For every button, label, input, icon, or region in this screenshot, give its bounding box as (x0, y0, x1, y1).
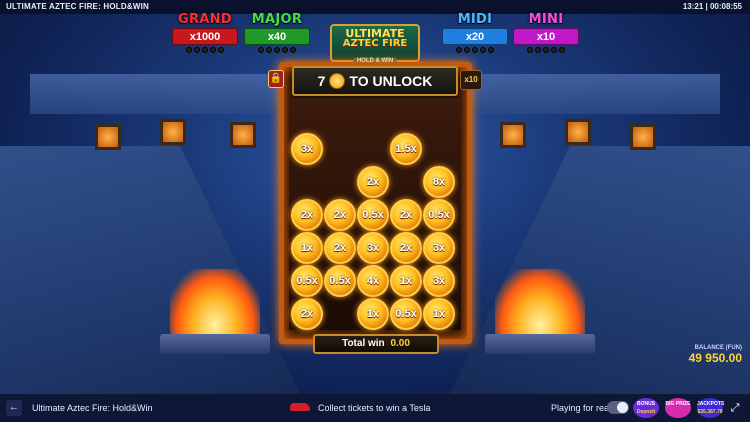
temple-window (500, 122, 526, 148)
jackpot-name: MIDI (457, 12, 493, 27)
game-logo: ULTIMATE AZTEC FIRE HOLD & WIN (330, 24, 420, 64)
coin-multiplier: 1x (357, 298, 389, 330)
jackpot-name: MAJOR (251, 12, 303, 27)
temple-window (630, 124, 656, 150)
promo-sub: Deposit (636, 409, 656, 415)
balance-display: BALANCE (FUN) 49 950.00 (689, 345, 742, 365)
temple-window (230, 122, 256, 148)
jackpot-value: x20 (442, 28, 508, 45)
arrow-left-icon[interactable]: ← (6, 400, 22, 416)
temple-window (95, 124, 121, 150)
coin-multiplier: 3x (423, 232, 455, 264)
playing-for-real-label: Playing for real (551, 403, 612, 413)
jackpot-dots (172, 47, 238, 53)
big-prize-button[interactable]: BIG PRIZE (665, 398, 691, 418)
coin-multiplier: 0.5x (423, 199, 455, 231)
jackpot-major: MAJOR x40 (244, 12, 310, 53)
unlock-banner: 7 TO UNLOCK (292, 66, 458, 96)
session-clock: 13:21 | 00:08:55 (682, 2, 742, 11)
jackpot-grand: GRAND x1000 (172, 12, 238, 53)
total-win-label: Total win (342, 338, 385, 349)
coin-multiplier: 2x (291, 199, 323, 231)
bonus-deposit-button[interactable]: BONUS Deposit (633, 398, 659, 418)
tesla-promo-link[interactable]: Collect tickets to win a Tesla (318, 403, 430, 413)
promo-sub: $35,387.78 (697, 409, 723, 415)
jackpot-dots (244, 47, 310, 53)
temple-window (160, 119, 186, 145)
coin-multiplier: 2x (324, 199, 356, 231)
car-icon[interactable] (290, 403, 310, 411)
coin-multiplier: 0.5x (390, 298, 422, 330)
promo-label: JACKPOTS (697, 401, 725, 407)
jackpot-value: x40 (244, 28, 310, 45)
jackpots-button[interactable]: JACKPOTS $35,387.78 (697, 398, 725, 418)
jackpot-dots (442, 47, 508, 53)
reel-grid: 3x 1.5x 2x 8x 2x 2x 0.5x 2x 0.5x 1x 2x 3x 2x 3x 0.5x 0.… (289, 98, 461, 330)
jackpot-mini: MINI x10 (513, 12, 579, 53)
bottom-bar: ← Ultimate Aztec Fire: Hold&Win Collect … (0, 394, 750, 422)
promo-label: BONUS (636, 401, 656, 407)
coin-multiplier: 2x (390, 199, 422, 231)
coin-multiplier: 8x (423, 166, 455, 198)
coin-multiplier: 0.5x (324, 265, 356, 297)
jackpot-name: GRAND (178, 12, 232, 27)
play-for-real-toggle[interactable] (607, 401, 629, 414)
total-win-display: Total win 0.00 (313, 334, 439, 354)
balance-value: 49 950.00 (688, 351, 742, 365)
unlock-text: TO UNLOCK (349, 73, 433, 89)
unlock-count: 7 (317, 73, 326, 89)
coin-multiplier: 1x (390, 265, 422, 297)
coin-multiplier: 1x (291, 232, 323, 264)
lock-icon: 🔒 (268, 70, 284, 88)
jackpot-dots (513, 47, 579, 53)
brazier-left (160, 334, 270, 354)
promo-label: BIG PRIZE (665, 401, 691, 407)
coin-multiplier: 2x (390, 232, 422, 264)
logo-line-2: AZTEC FIRE (342, 38, 408, 49)
fire-right (495, 269, 585, 339)
coin-multiplier: 2x (357, 166, 389, 198)
coin-multiplier: 2x (324, 232, 356, 264)
coin-multiplier: 0.5x (357, 199, 389, 231)
brazier-right (485, 334, 595, 354)
jackpot-name: MINI (528, 12, 564, 27)
fullscreen-icon[interactable]: ⤢ (728, 401, 742, 415)
game-title: ULTIMATE AZTEC FIRE: HOLD&WIN (6, 2, 149, 11)
coin-multiplier: 2x (291, 298, 323, 330)
jackpot-midi: MIDI x20 (442, 12, 508, 53)
coin-multiplier: 1.5x (390, 133, 422, 165)
coin-multiplier: 3x (423, 265, 455, 297)
fire-left (170, 269, 260, 339)
multiplier-tag: x10 (460, 70, 482, 90)
coin-multiplier: 3x (291, 133, 323, 165)
jackpot-value: x1000 (172, 28, 238, 45)
top-status-bar: ULTIMATE AZTEC FIRE: HOLD&WIN 13:21 | 00… (0, 0, 750, 14)
total-win-value: 0.00 (390, 338, 410, 349)
coin-multiplier: 1x (423, 298, 455, 330)
coin-icon (329, 73, 346, 89)
coin-multiplier: 0.5x (291, 265, 323, 297)
game-name: Ultimate Aztec Fire: Hold&Win (32, 403, 153, 413)
coin-multiplier: 4x (357, 265, 389, 297)
coin-multiplier: 3x (357, 232, 389, 264)
jackpot-value: x10 (513, 28, 579, 45)
temple-window (565, 119, 591, 145)
